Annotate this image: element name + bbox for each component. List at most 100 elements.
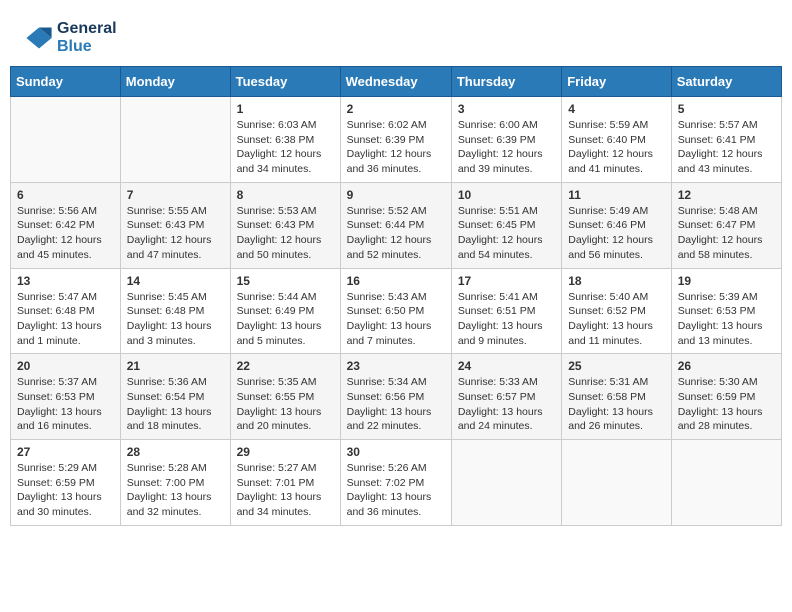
calendar-cell: 23Sunrise: 5:34 AM Sunset: 6:56 PM Dayli…: [340, 354, 451, 440]
calendar-cell: 17 Sunrise: 5:41 AM Sunset: 6:51 PM Dayli…: [451, 268, 561, 354]
calendar-table: SundayMondayTuesdayWednesdayThursdayFrid…: [10, 66, 782, 526]
logo: General Blue: [25, 20, 117, 56]
day-info: Sunrise: 5:57 AM Sunset: 6:41 PM Dayligh…: [678, 118, 775, 177]
day-number: 24: [458, 359, 555, 373]
day-info: Sunrise: 5:40 AM Sunset: 6:52 PM Dayligh…: [568, 290, 664, 349]
calendar-cell: 30 Sunrise: 5:26 AM Sunset: 7:02 PM Dayli…: [340, 440, 451, 526]
day-number: 15: [237, 274, 334, 288]
weekday-header: Monday: [120, 67, 230, 97]
day-info: Sunrise: 5:51 AM Sunset: 6:45 PM Dayligh…: [458, 204, 555, 263]
day-info: Sunrise: 5:48 AM Sunset: 6:47 PM Dayligh…: [678, 204, 775, 263]
day-info: Sunrise: 5:28 AM Sunset: 7:00 PM Dayligh…: [127, 461, 224, 520]
day-number: 18: [568, 274, 664, 288]
calendar-cell: 7 Sunrise: 5:55 AM Sunset: 6:43 PM Daylig…: [120, 182, 230, 268]
calendar-header-row: SundayMondayTuesdayWednesdayThursdayFrid…: [11, 67, 782, 97]
calendar-week-row: 6Sunrise: 5:56 AM Sunset: 6:42 PM Daylig…: [11, 182, 782, 268]
day-info: Sunrise: 5:55 AM Sunset: 6:43 PM Dayligh…: [127, 204, 224, 263]
weekday-header: Sunday: [11, 67, 121, 97]
calendar-cell: 13 Sunrise: 5:47 AM Sunset: 6:48 PM Dayli…: [11, 268, 121, 354]
calendar-cell: 11 Sunrise: 5:49 AM Sunset: 6:46 PM Dayli…: [562, 182, 671, 268]
calendar-week-row: 20 Sunrise: 5:37 AM Sunset: 6:53 PM Dayli…: [11, 354, 782, 440]
day-info: Sunrise: 6:03 AM Sunset: 6:38 PM Dayligh…: [237, 118, 334, 177]
day-info: Sunrise: 5:56 AM Sunset: 6:42 PM Dayligh…: [17, 204, 114, 263]
calendar-cell: 6Sunrise: 5:56 AM Sunset: 6:42 PM Daylig…: [11, 182, 121, 268]
day-info: Sunrise: 5:35 AM Sunset: 6:55 PM Dayligh…: [237, 375, 334, 434]
day-number: 12: [678, 188, 775, 202]
calendar-cell: 8 Sunrise: 5:53 AM Sunset: 6:43 PM Daylig…: [230, 182, 340, 268]
day-number: 22: [237, 359, 334, 373]
weekday-header: Thursday: [451, 67, 561, 97]
day-info: Sunrise: 5:31 AM Sunset: 6:58 PM Dayligh…: [568, 375, 664, 434]
calendar-cell: 9 Sunrise: 5:52 AM Sunset: 6:44 PM Daylig…: [340, 182, 451, 268]
calendar-cell: 1 Sunrise: 6:03 AM Sunset: 6:38 PM Daylig…: [230, 97, 340, 183]
calendar-week-row: 1 Sunrise: 6:03 AM Sunset: 6:38 PM Daylig…: [11, 97, 782, 183]
calendar-cell: 28 Sunrise: 5:28 AM Sunset: 7:00 PM Dayli…: [120, 440, 230, 526]
day-number: 9: [347, 188, 445, 202]
calendar-cell: 5Sunrise: 5:57 AM Sunset: 6:41 PM Daylig…: [671, 97, 781, 183]
day-info: Sunrise: 6:02 AM Sunset: 6:39 PM Dayligh…: [347, 118, 445, 177]
calendar-cell: 21 Sunrise: 5:36 AM Sunset: 6:54 PM Dayli…: [120, 354, 230, 440]
day-info: Sunrise: 5:45 AM Sunset: 6:48 PM Dayligh…: [127, 290, 224, 349]
day-info: Sunrise: 5:52 AM Sunset: 6:44 PM Dayligh…: [347, 204, 445, 263]
day-number: 13: [17, 274, 114, 288]
day-info: Sunrise: 6:00 AM Sunset: 6:39 PM Dayligh…: [458, 118, 555, 177]
day-info: Sunrise: 5:59 AM Sunset: 6:40 PM Dayligh…: [568, 118, 664, 177]
day-info: Sunrise: 5:30 AM Sunset: 6:59 PM Dayligh…: [678, 375, 775, 434]
day-number: 17: [458, 274, 555, 288]
page-header: General Blue: [10, 10, 782, 61]
calendar-cell: [11, 97, 121, 183]
day-number: 1: [237, 102, 334, 116]
day-number: 14: [127, 274, 224, 288]
calendar-cell: [671, 440, 781, 526]
calendar-cell: 16 Sunrise: 5:43 AM Sunset: 6:50 PM Dayli…: [340, 268, 451, 354]
day-info: Sunrise: 5:37 AM Sunset: 6:53 PM Dayligh…: [17, 375, 114, 434]
day-number: 25: [568, 359, 664, 373]
day-info: Sunrise: 5:43 AM Sunset: 6:50 PM Dayligh…: [347, 290, 445, 349]
day-info: Sunrise: 5:27 AM Sunset: 7:01 PM Dayligh…: [237, 461, 334, 520]
weekday-header: Tuesday: [230, 67, 340, 97]
calendar-cell: 24 Sunrise: 5:33 AM Sunset: 6:57 PM Dayli…: [451, 354, 561, 440]
day-number: 2: [347, 102, 445, 116]
day-number: 16: [347, 274, 445, 288]
calendar-cell: 15 Sunrise: 5:44 AM Sunset: 6:49 PM Dayli…: [230, 268, 340, 354]
calendar-cell: [120, 97, 230, 183]
day-info: Sunrise: 5:41 AM Sunset: 6:51 PM Dayligh…: [458, 290, 555, 349]
calendar-cell: 26 Sunrise: 5:30 AM Sunset: 6:59 PM Dayli…: [671, 354, 781, 440]
calendar-cell: 12 Sunrise: 5:48 AM Sunset: 6:47 PM Dayli…: [671, 182, 781, 268]
logo-icon: [25, 24, 53, 52]
day-info: Sunrise: 5:29 AM Sunset: 6:59 PM Dayligh…: [17, 461, 114, 520]
day-info: Sunrise: 5:47 AM Sunset: 6:48 PM Dayligh…: [17, 290, 114, 349]
day-number: 7: [127, 188, 224, 202]
day-info: Sunrise: 5:36 AM Sunset: 6:54 PM Dayligh…: [127, 375, 224, 434]
day-number: 4: [568, 102, 664, 116]
day-info: Sunrise: 5:39 AM Sunset: 6:53 PM Dayligh…: [678, 290, 775, 349]
calendar-week-row: 13 Sunrise: 5:47 AM Sunset: 6:48 PM Dayli…: [11, 268, 782, 354]
day-number: 30: [347, 445, 445, 459]
calendar-cell: 27 Sunrise: 5:29 AM Sunset: 6:59 PM Dayli…: [11, 440, 121, 526]
day-info: Sunrise: 5:49 AM Sunset: 6:46 PM Dayligh…: [568, 204, 664, 263]
day-info: Sunrise: 5:53 AM Sunset: 6:43 PM Dayligh…: [237, 204, 334, 263]
day-number: 3: [458, 102, 555, 116]
calendar-cell: 4 Sunrise: 5:59 AM Sunset: 6:40 PM Daylig…: [562, 97, 671, 183]
day-number: 11: [568, 188, 664, 202]
day-info: Sunrise: 5:33 AM Sunset: 6:57 PM Dayligh…: [458, 375, 555, 434]
day-number: 27: [17, 445, 114, 459]
day-number: 26: [678, 359, 775, 373]
day-info: Sunrise: 5:44 AM Sunset: 6:49 PM Dayligh…: [237, 290, 334, 349]
day-number: 20: [17, 359, 114, 373]
day-info: Sunrise: 5:26 AM Sunset: 7:02 PM Dayligh…: [347, 461, 445, 520]
weekday-header: Saturday: [671, 67, 781, 97]
day-info: Sunrise: 5:34 AM Sunset: 6:56 PM Dayligh…: [347, 375, 445, 434]
calendar-cell: 18 Sunrise: 5:40 AM Sunset: 6:52 PM Dayli…: [562, 268, 671, 354]
calendar-cell: 22 Sunrise: 5:35 AM Sunset: 6:55 PM Dayli…: [230, 354, 340, 440]
day-number: 28: [127, 445, 224, 459]
calendar-cell: [451, 440, 561, 526]
weekday-header: Friday: [562, 67, 671, 97]
day-number: 19: [678, 274, 775, 288]
calendar-cell: 10 Sunrise: 5:51 AM Sunset: 6:45 PM Dayli…: [451, 182, 561, 268]
day-number: 8: [237, 188, 334, 202]
day-number: 21: [127, 359, 224, 373]
day-number: 10: [458, 188, 555, 202]
day-number: 29: [237, 445, 334, 459]
calendar-cell: 29 Sunrise: 5:27 AM Sunset: 7:01 PM Dayli…: [230, 440, 340, 526]
